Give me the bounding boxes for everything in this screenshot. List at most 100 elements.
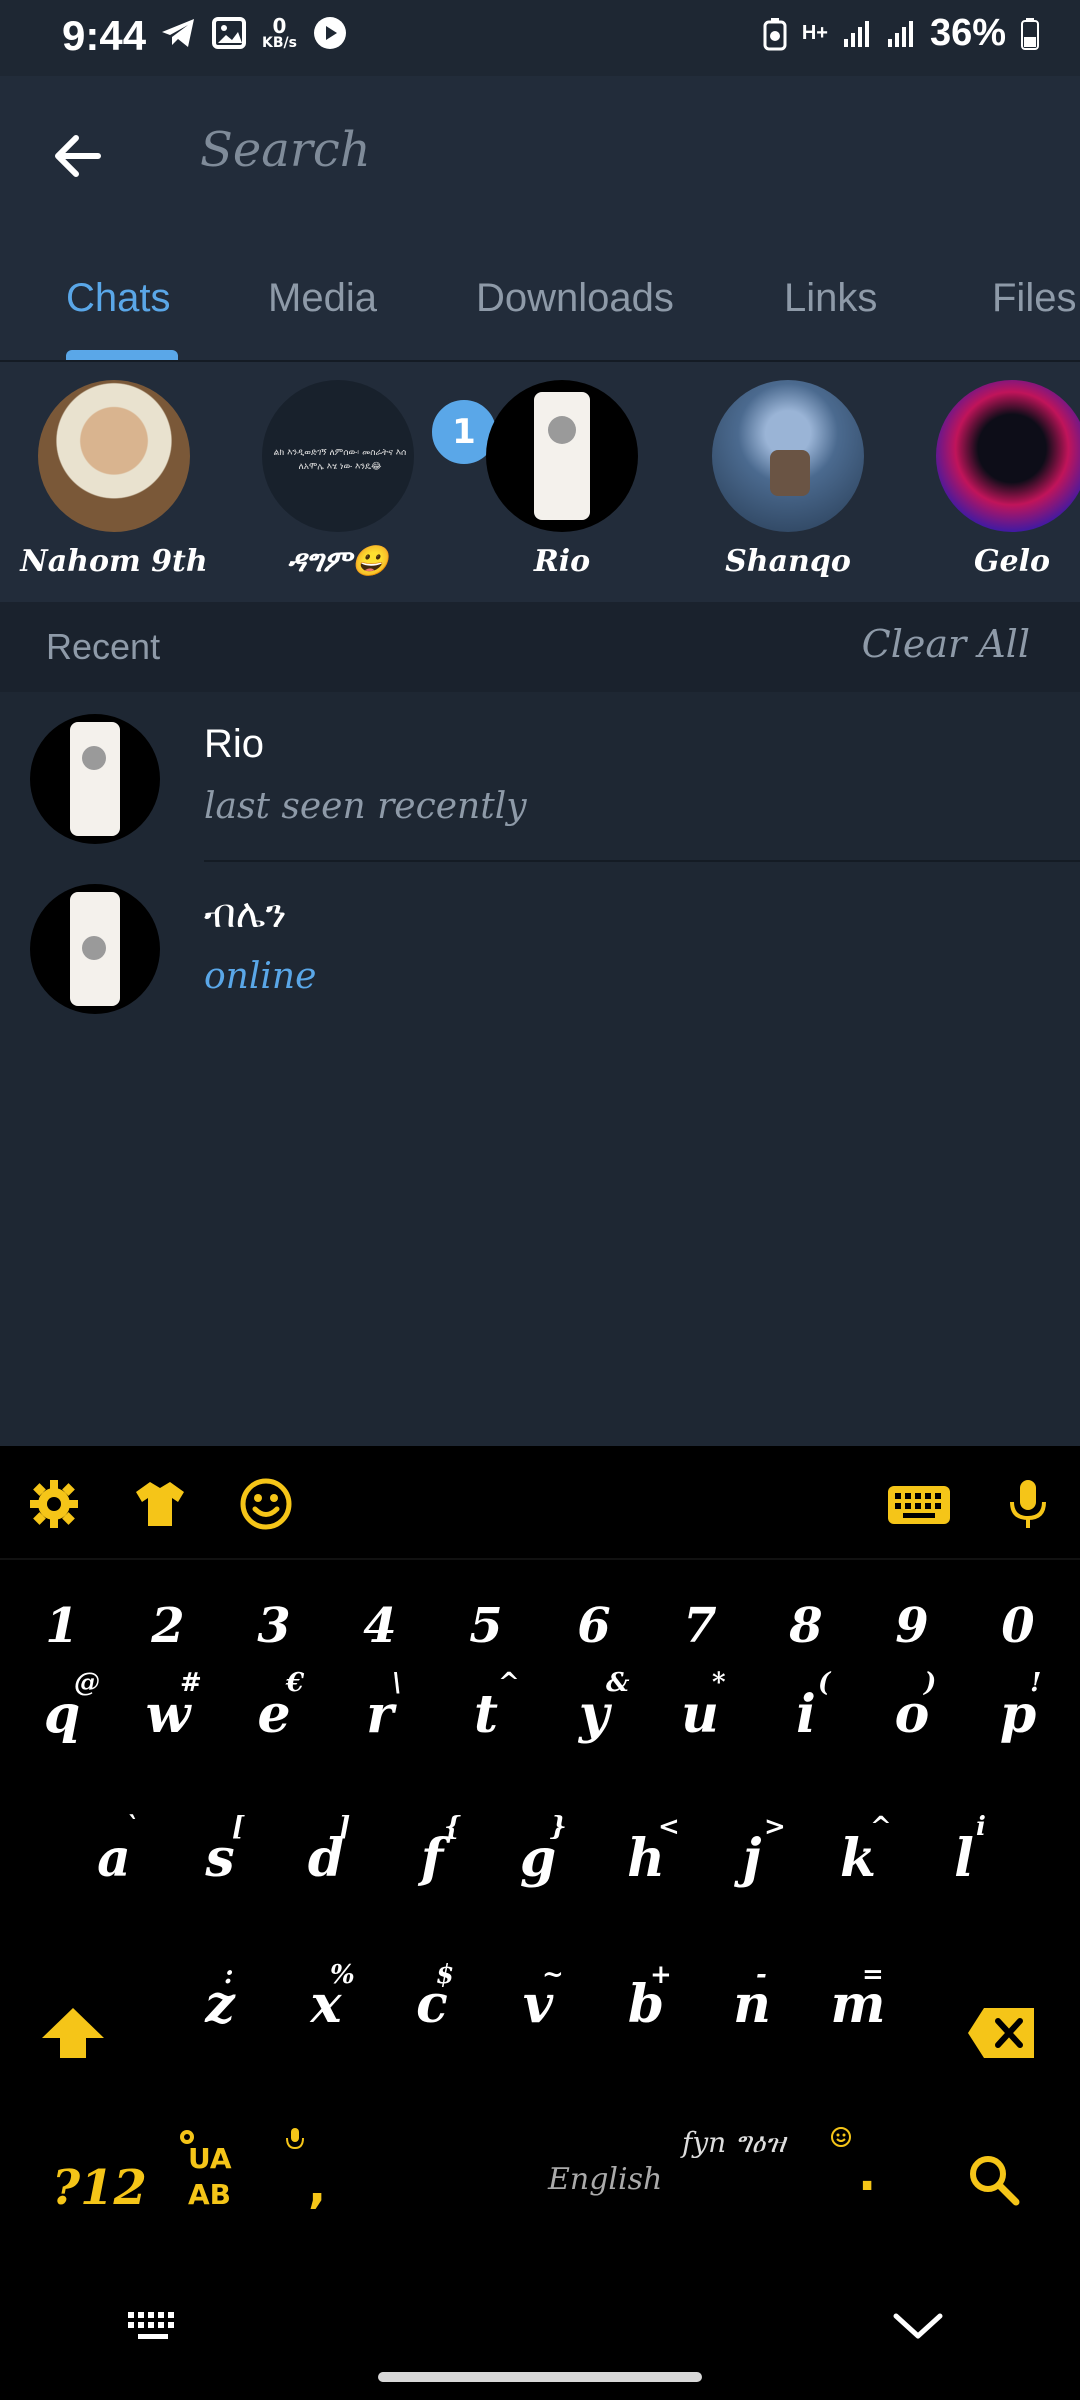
chat-status: last seen recently: [204, 786, 527, 827]
symbols-key[interactable]: ?12: [52, 2160, 147, 2216]
top-chat-name: ዳግም😀: [287, 544, 389, 579]
shift-arrow-icon[interactable]: [38, 2004, 108, 2062]
recent-item-bilen[interactable]: ብሌን online: [0, 864, 1080, 1032]
play-icon: [313, 17, 346, 49]
battery-icon: [1021, 17, 1039, 50]
back-arrow-icon[interactable]: [48, 126, 108, 186]
chat-status: online: [204, 956, 317, 997]
top-chat-shanqo[interactable]: Shanqo: [688, 380, 888, 579]
microphone-icon[interactable]: [1000, 1476, 1056, 1532]
top-chats-row: Nahom 9th ልክ እንዲወድገኝ ለምሰው፡ መስራትና እሰ ለአሞሌ…: [0, 362, 1080, 602]
key-j[interactable]: > j: [712, 1812, 792, 1889]
key-u[interactable]: * u: [660, 1668, 740, 1745]
key-t[interactable]: ^ t: [446, 1668, 526, 1745]
key-m[interactable]: = m: [818, 1960, 898, 2035]
key-y[interactable]: & y: [554, 1668, 634, 1745]
period-key[interactable]: .: [858, 2146, 876, 2202]
settings-gear-icon[interactable]: [26, 1476, 82, 1532]
search-icon[interactable]: [966, 2152, 1022, 2208]
top-chat-name: Nahom 9th: [20, 544, 208, 579]
emoji-icon[interactable]: [238, 1476, 294, 1532]
avatar: [30, 714, 160, 844]
avatar: [936, 380, 1080, 532]
telegram-icon: [162, 19, 194, 47]
key-p[interactable]: ! p: [978, 1668, 1058, 1745]
key-s[interactable]: [s: [180, 1812, 260, 1889]
emoji-small-icon: [831, 2127, 851, 2147]
network-type: H+: [801, 22, 828, 44]
mic-small-icon: [286, 2128, 304, 2150]
search-header: Search: [0, 76, 1080, 236]
key-x[interactable]: % x: [286, 1960, 366, 2035]
key-c[interactable]: $ c: [392, 1960, 472, 2035]
hide-keyboard-chevron-icon[interactable]: [890, 2308, 946, 2344]
divider: [204, 860, 1080, 862]
key-o[interactable]: ) o: [872, 1668, 952, 1745]
key-z[interactable]: :z: [180, 1960, 260, 2035]
lang-bottom-label: AB: [188, 2178, 232, 2211]
key-w[interactable]: # w: [128, 1668, 208, 1745]
tab-links[interactable]: Links: [784, 276, 877, 321]
signal-icon-2: [887, 20, 913, 47]
theme-shirt-icon[interactable]: [132, 1476, 188, 1532]
tab-media[interactable]: Media: [268, 276, 377, 321]
key-q[interactable]: @ q: [22, 1668, 102, 1745]
recent-item-rio[interactable]: Rio last seen recently: [0, 694, 1080, 862]
space-label: English: [548, 2162, 663, 2197]
top-chat-name: Gelo: [973, 544, 1051, 579]
key-i[interactable]: (i: [766, 1668, 846, 1745]
key-5[interactable]: 5: [446, 1598, 526, 1654]
avatar: [486, 380, 638, 532]
top-chat-nahom[interactable]: Nahom 9th: [14, 380, 214, 579]
tab-chats[interactable]: Chats: [66, 276, 171, 321]
top-chat-name: Rio: [533, 544, 591, 579]
story-preview-text-1: ልክ እንዲወድገኝ ለምሰው፡ መስራትና እሰ: [273, 448, 407, 458]
key-9[interactable]: 9: [872, 1598, 952, 1654]
tab-files[interactable]: Files: [992, 276, 1076, 321]
status-bar: 9:44 0 KB/s H+ 36%: [0, 0, 1080, 76]
key-8[interactable]: 8: [766, 1598, 846, 1654]
tab-bar: Chats Media Downloads Links Files: [0, 236, 1080, 362]
key-0[interactable]: 0: [978, 1598, 1058, 1654]
backspace-icon[interactable]: [966, 2006, 1038, 2060]
clear-all-button[interactable]: Clear All: [862, 622, 1030, 666]
top-chat-gelo[interactable]: Gelo: [912, 380, 1080, 579]
key-e[interactable]: € e: [234, 1668, 314, 1745]
keyboard-switch-icon[interactable]: [126, 2308, 182, 2344]
key-n[interactable]: -n: [712, 1960, 792, 2035]
key-4[interactable]: 4: [340, 1598, 420, 1654]
key-l[interactable]: il: [924, 1812, 1004, 1889]
key-3[interactable]: 3: [234, 1598, 314, 1654]
key-b[interactable]: + b: [606, 1960, 686, 2035]
battery-percent: 36%: [929, 12, 1006, 54]
key-1[interactable]: 1: [22, 1598, 102, 1654]
key-v[interactable]: ~ v: [498, 1960, 578, 2035]
key-g[interactable]: } g: [498, 1812, 578, 1889]
comma-key[interactable]: ,: [308, 2158, 326, 2214]
chat-name: ብሌን: [204, 892, 287, 936]
signal-icon-1: [843, 20, 869, 47]
key-2[interactable]: 2: [128, 1598, 208, 1654]
top-chat-dagim[interactable]: ልክ እንዲወድገኝ ለምሰው፡ መስራትና እሰ ለአሞሌ እሄ ነው እንዴ…: [238, 380, 500, 579]
keyboard-icon[interactable]: [886, 1476, 952, 1532]
status-left-icons: 0 KB/s: [160, 16, 347, 50]
top-chat-rio[interactable]: Rio: [462, 380, 662, 579]
key-7[interactable]: 7: [660, 1598, 740, 1654]
net-speed: 0 KB/s: [262, 14, 297, 51]
search-input[interactable]: Search: [200, 122, 371, 178]
recent-label: Recent: [46, 626, 161, 667]
key-a[interactable]: ` a: [74, 1812, 154, 1889]
home-indicator[interactable]: [378, 2372, 702, 2382]
key-d[interactable]: ] d: [286, 1812, 366, 1889]
key-f[interactable]: {f: [392, 1812, 472, 1889]
key-6[interactable]: 6: [554, 1598, 634, 1654]
recent-header: Recent Clear All: [0, 602, 1080, 692]
key-r[interactable]: \ r: [340, 1668, 420, 1745]
tab-indicator: [66, 350, 178, 360]
key-h[interactable]: < h: [606, 1812, 686, 1889]
keyboard-toolbar: [0, 1446, 1080, 1560]
key-k[interactable]: ^ k: [818, 1812, 898, 1889]
tab-downloads[interactable]: Downloads: [476, 276, 674, 321]
spacebar[interactable]: English fyn ግዕዝ: [380, 2126, 800, 2226]
keyboard: 1 2 3 4 5 6 7 8 9 0 @ q # w € e \ r ^ t & y * u…: [0, 1446, 1080, 2264]
